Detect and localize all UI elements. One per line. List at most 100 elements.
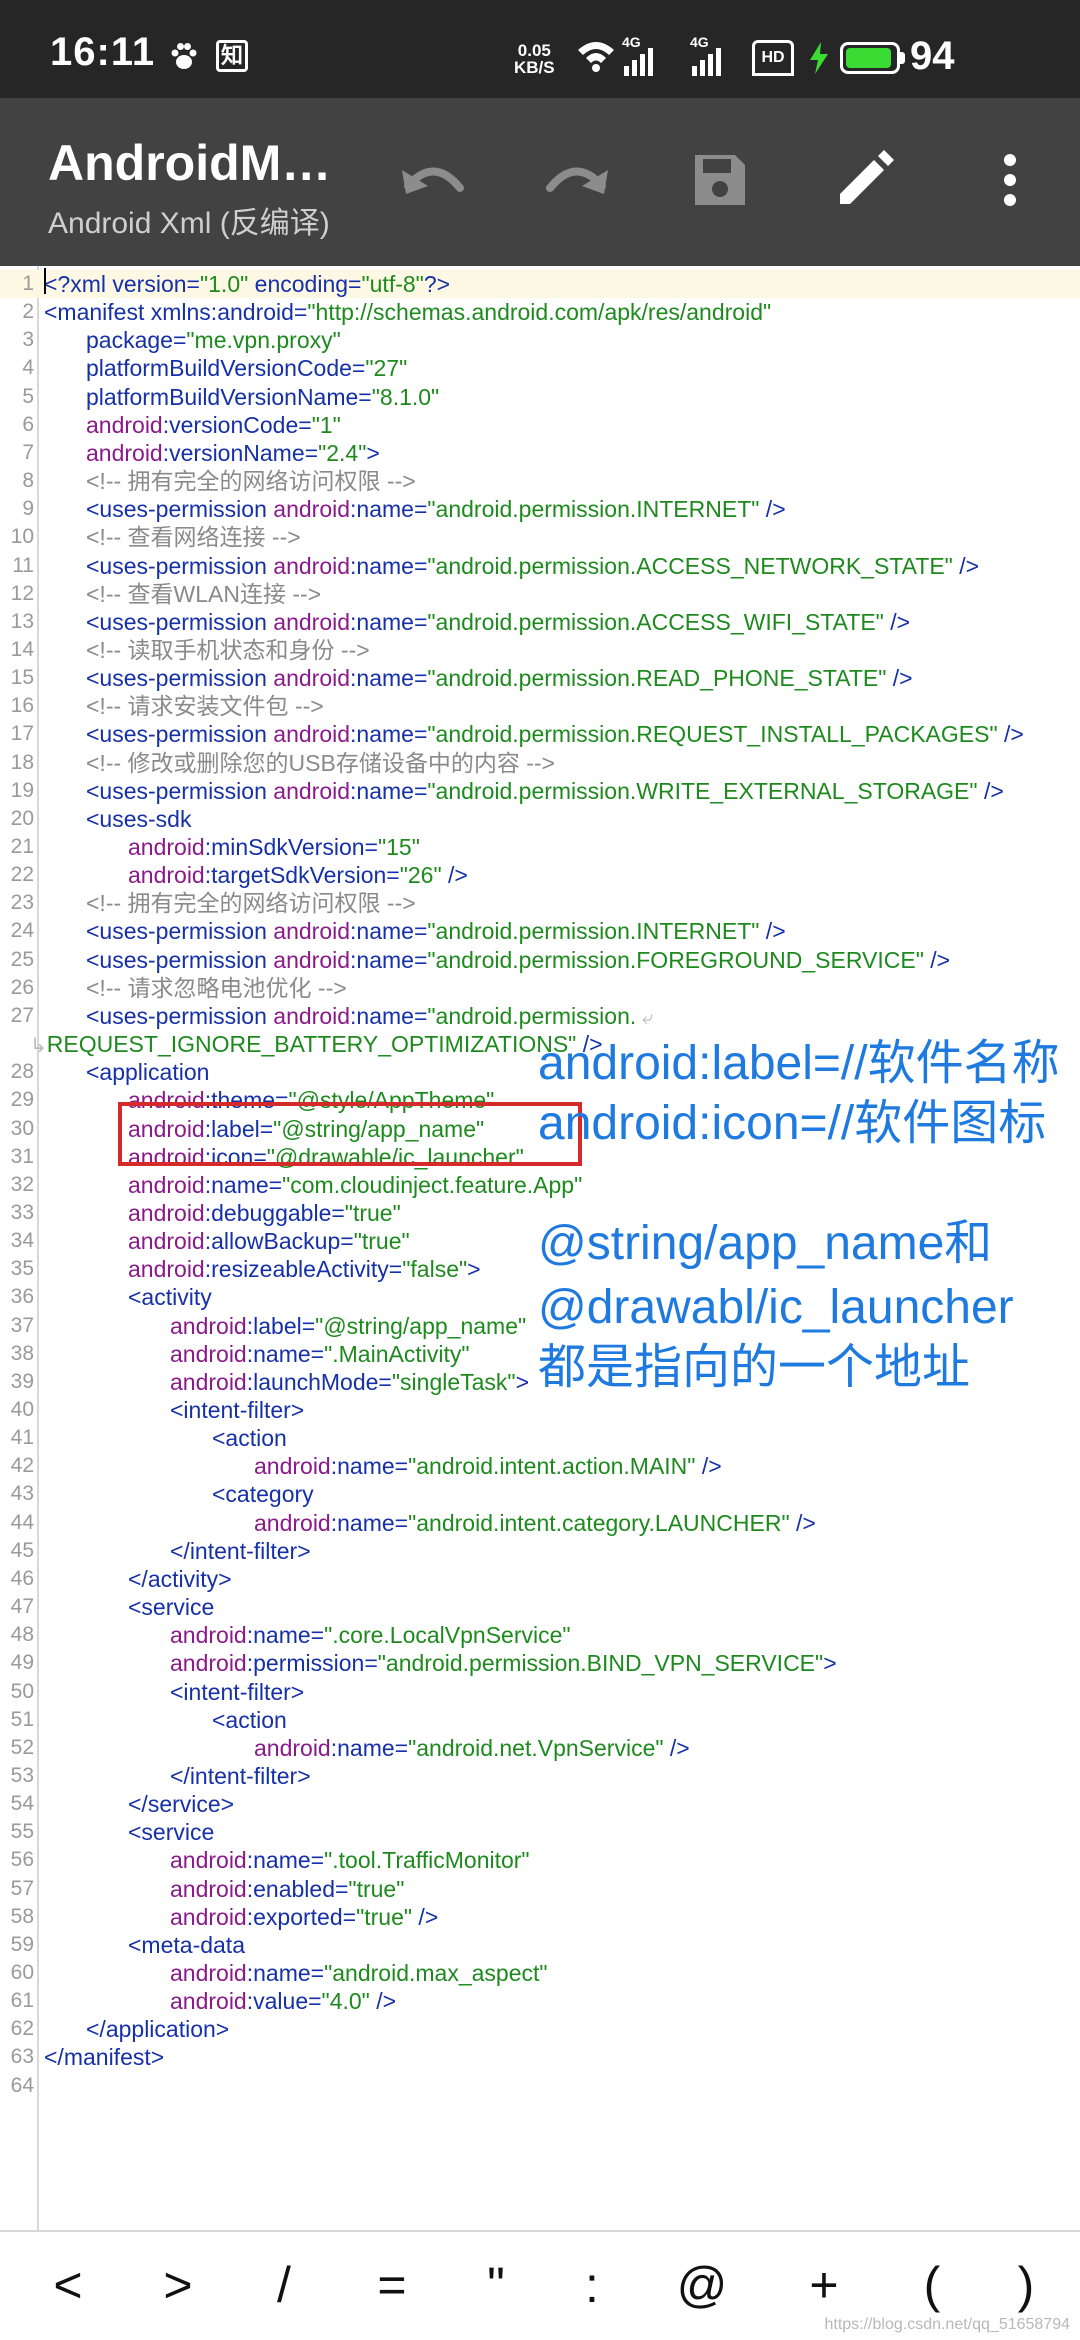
code-token: /> xyxy=(369,1988,397,2015)
code-line[interactable]: 14 <!-- 读取手机状态和身份 --> xyxy=(0,636,1080,664)
code-line[interactable]: 21 android:minSdkVersion="15" xyxy=(0,833,1080,861)
line-number: 57 xyxy=(10,1876,34,1900)
redo-button[interactable] xyxy=(534,140,618,224)
code-token: android xyxy=(128,1171,205,1198)
code-token: :label= xyxy=(246,1312,316,1339)
code-line[interactable]: 41 <action xyxy=(0,1424,1080,1452)
code-line[interactable]: 26 <!-- 请求忽略电池优化 --> xyxy=(0,974,1080,1002)
code-line[interactable]: 2 <manifest xmlns:android="http://schemas… xyxy=(0,298,1080,326)
code-line[interactable]: 8 <!-- 拥有完全的网络访问权限 --> xyxy=(0,467,1080,495)
code-text: ↳REQUEST_IGNORE_BATTERY_OPTIMIZATIONS" /… xyxy=(30,1030,603,1060)
code-line[interactable]: 20 <uses-sdk xyxy=(0,805,1080,833)
symbol-key-plus[interactable]: + xyxy=(784,2250,864,2320)
symbol-key-at[interactable]: @ xyxy=(662,2250,742,2320)
code-line[interactable]: 7 android:versionName="2.4"> xyxy=(0,439,1080,467)
code-line[interactable]: 40 <intent-filter> xyxy=(0,1396,1080,1424)
code-text: <application xyxy=(86,1058,209,1086)
code-line[interactable]: 19 <uses-permission android:name="android… xyxy=(0,777,1080,805)
code-line[interactable]: 22 android:targetSdkVersion="26" /> xyxy=(0,861,1080,889)
code-line[interactable]: 48 android:name=".core.LocalVpnService" xyxy=(0,1621,1080,1649)
code-line[interactable]: 44 android:name="android.intent.category.… xyxy=(0,1509,1080,1537)
code-line[interactable]: 45 </intent-filter> xyxy=(0,1537,1080,1565)
code-line[interactable]: 43 <category xyxy=(0,1480,1080,1508)
code-line[interactable]: 46 </activity> xyxy=(0,1565,1080,1593)
line-number: 35 xyxy=(10,1257,34,1281)
symbol-key-quote[interactable]: " xyxy=(456,2250,536,2320)
code-line[interactable]: 4 platformBuildVersionCode="27" xyxy=(0,354,1080,382)
code-text: <uses-permission android:name="android.p… xyxy=(86,720,1024,748)
code-line[interactable]: 13 <uses-permission android:name="android… xyxy=(0,608,1080,636)
code-line[interactable]: 1 <?xml version="1.0" encoding="utf-8"?> xyxy=(0,270,1080,298)
code-line[interactable]: 24 <uses-permission android:name="android… xyxy=(0,917,1080,945)
code-token: :name= xyxy=(350,496,428,523)
code-token: "true" xyxy=(356,1903,413,1930)
code-line[interactable]: 49 android:permission="android.permission… xyxy=(0,1649,1080,1677)
battery-icon xyxy=(840,42,900,74)
code-text: <!-- 读取手机状态和身份 --> xyxy=(86,636,370,664)
code-line[interactable]: 56 android:name=".tool.TrafficMonitor" xyxy=(0,1846,1080,1874)
code-line[interactable]: 58 android:exported="true" /> xyxy=(0,1903,1080,1931)
code-line[interactable]: 18 <!-- 修改或删除您的USB存储设备中的内容 --> xyxy=(0,749,1080,777)
code-line[interactable]: 57 android:enabled="true" xyxy=(0,1875,1080,1903)
symbol-key-colon[interactable]: : xyxy=(552,2250,632,2320)
code-line[interactable]: 5 platformBuildVersionName="8.1.0" xyxy=(0,383,1080,411)
symbol-key-equals[interactable]: = xyxy=(352,2250,432,2320)
code-line[interactable]: 3 package="me.vpn.proxy" xyxy=(0,326,1080,354)
code-line[interactable]: 10 <!-- 查看网络连接 --> xyxy=(0,523,1080,551)
symbol-key-open-paren[interactable]: ( xyxy=(892,2250,972,2320)
code-line[interactable]: 55 <service xyxy=(0,1818,1080,1846)
line-number: 58 xyxy=(10,1904,34,1928)
code-token: "@string/app_name" xyxy=(315,1312,527,1339)
save-button[interactable] xyxy=(678,140,762,224)
code-line[interactable]: 53 </intent-filter> xyxy=(0,1762,1080,1790)
edit-button[interactable] xyxy=(822,140,906,224)
code-token: :enabled= xyxy=(246,1875,349,1902)
code-line[interactable]: 62 </application> xyxy=(0,2015,1080,2043)
code-text: <activity xyxy=(128,1283,212,1311)
code-line[interactable]: 60 android:name="android.max_aspect" xyxy=(0,1959,1080,1987)
code-line[interactable]: 61 android:value="4.0" /> xyxy=(0,1987,1080,2015)
code-line[interactable]: 25 <uses-permission android:name="android… xyxy=(0,946,1080,974)
code-line[interactable]: 15 <uses-permission android:name="android… xyxy=(0,664,1080,692)
line-number: 56 xyxy=(10,1848,34,1872)
code-line[interactable]: 51 <action xyxy=(0,1706,1080,1734)
code-token: xmlns:android= xyxy=(150,299,308,326)
code-token: <action xyxy=(212,1706,287,1733)
line-number: 45 xyxy=(10,1538,34,1562)
code-line[interactable]: 32 android:name="com.cloudinject.feature.… xyxy=(0,1171,1080,1199)
code-line[interactable]: 64 xyxy=(0,2072,1080,2100)
code-token: <service xyxy=(128,1819,215,1846)
code-line[interactable]: 47 <service xyxy=(0,1593,1080,1621)
line-number: 15 xyxy=(10,666,34,690)
line-number: 23 xyxy=(10,891,34,915)
symbol-key-slash[interactable]: / xyxy=(244,2250,324,2320)
code-token: ".tool.TrafficMonitor" xyxy=(324,1847,530,1874)
code-line[interactable]: 59 <meta-data xyxy=(0,1931,1080,1959)
line-number: 17 xyxy=(10,722,34,746)
code-line[interactable]: 63 </manifest> xyxy=(0,2043,1080,2071)
code-line[interactable]: 9 <uses-permission android:name="android.… xyxy=(0,495,1080,523)
code-line[interactable]: 52 android:name="android.net.VpnService" … xyxy=(0,1734,1080,1762)
code-text: <uses-sdk xyxy=(86,805,191,833)
code-line[interactable]: 27 <uses-permission android:name="android… xyxy=(0,1002,1080,1030)
line-number: 49 xyxy=(10,1651,34,1675)
signal-1-icon xyxy=(624,48,660,81)
code-token: android xyxy=(254,1509,331,1536)
symbol-key-greater-than[interactable]: > xyxy=(138,2250,218,2320)
undo-button[interactable] xyxy=(392,140,476,224)
symbol-key-close-paren[interactable]: ) xyxy=(986,2250,1066,2320)
symbol-key-less-than[interactable]: < xyxy=(28,2250,108,2320)
code-token: android xyxy=(273,496,351,523)
overflow-menu-button[interactable] xyxy=(968,140,1052,224)
code-line[interactable]: 50 <intent-filter> xyxy=(0,1678,1080,1706)
code-line[interactable]: 16 <!-- 请求安装文件包 --> xyxy=(0,692,1080,720)
code-line[interactable]: 23 <!-- 拥有完全的网络访问权限 --> xyxy=(0,889,1080,917)
code-line[interactable]: 42 android:name="android.intent.action.MA… xyxy=(0,1452,1080,1480)
code-line[interactable]: 12 <!-- 查看WLAN连接 --> xyxy=(0,580,1080,608)
code-line[interactable]: 54 </service> xyxy=(0,1790,1080,1818)
code-text: android:permission="android.permission.B… xyxy=(170,1649,837,1677)
code-line[interactable]: 11 <uses-permission android:name="android… xyxy=(0,552,1080,580)
code-line[interactable]: 6 android:versionCode="1" xyxy=(0,411,1080,439)
code-line[interactable]: 17 <uses-permission android:name="android… xyxy=(0,720,1080,748)
code-token: <action xyxy=(212,1425,287,1452)
